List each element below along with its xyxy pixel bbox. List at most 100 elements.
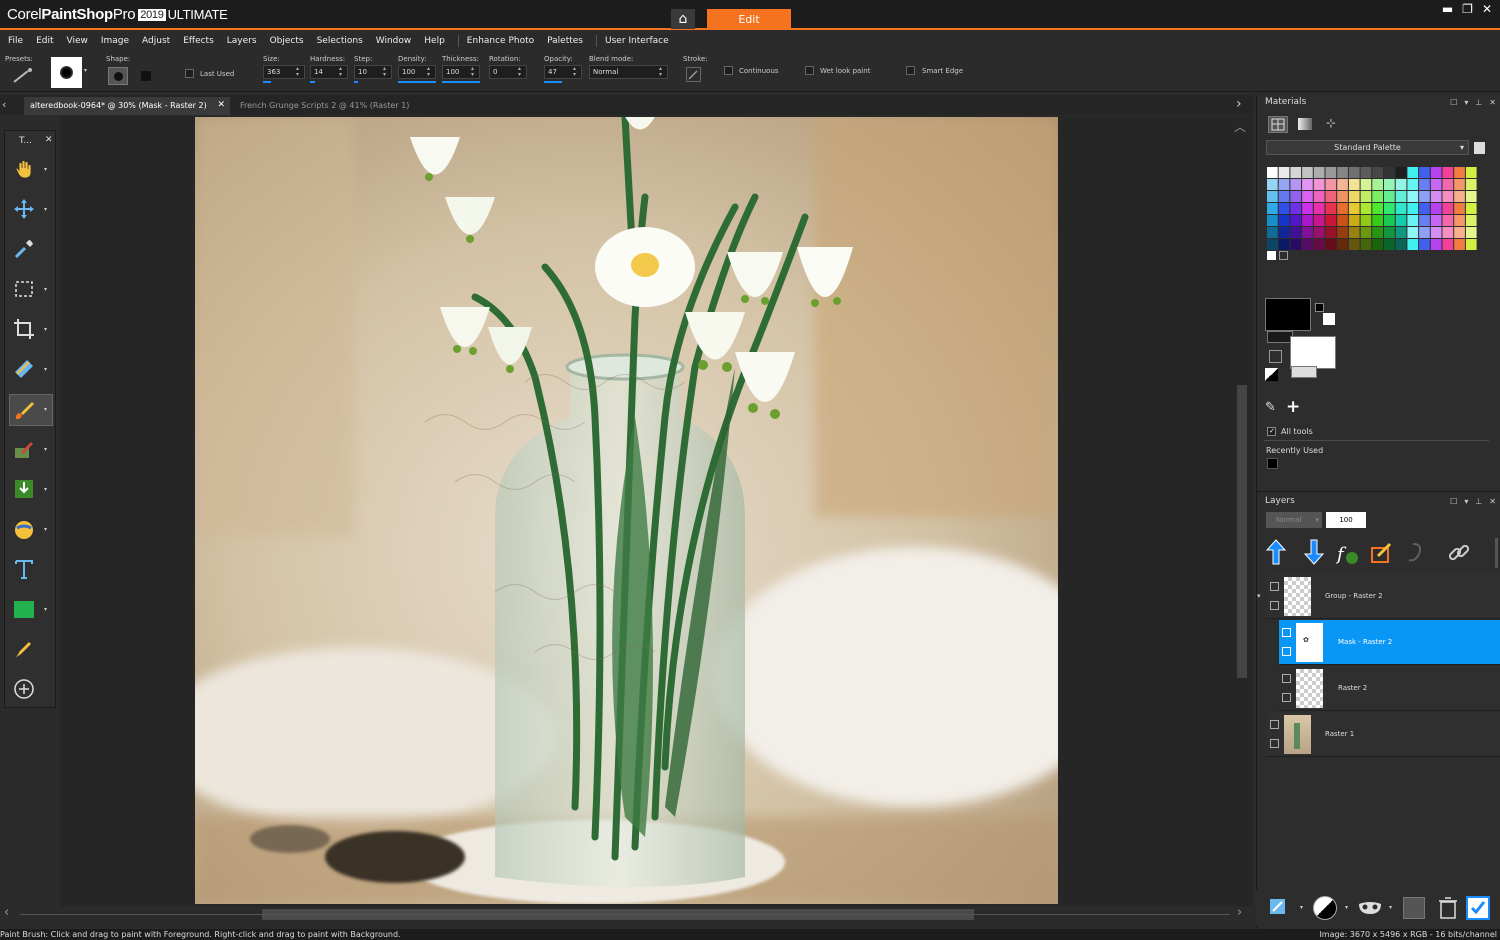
chevron-down-icon[interactable]: ▾ [44,326,47,333]
palette-swatch[interactable] [1384,227,1395,238]
palette-swatch[interactable] [1337,191,1348,202]
palette-swatch[interactable] [1337,239,1348,250]
chevron-down-icon[interactable]: ▾ [1345,904,1348,911]
palette-swatch[interactable] [1290,179,1301,190]
palette-swatch[interactable] [1302,179,1313,190]
close-icon[interactable]: ✕ [1482,2,1492,16]
menu-palettes[interactable]: Palettes [547,36,583,46]
default-colors-white[interactable] [1323,313,1335,325]
palette-swatch[interactable] [1396,227,1407,238]
continuous-checkbox[interactable] [724,66,733,75]
palette-swatch[interactable] [1384,167,1395,178]
layer-visibility-icon[interactable] [1270,720,1279,729]
thickness-slider[interactable] [442,81,480,83]
pin-icon[interactable]: ⊥ [1475,98,1482,107]
palette-swatch[interactable] [1361,179,1372,190]
palette-swatch[interactable] [1372,239,1383,250]
menu-edit[interactable]: Edit [36,36,53,46]
color-changer-tool[interactable] [11,516,37,542]
palette-swatch[interactable] [1372,215,1383,226]
palette-swatch[interactable] [1384,179,1395,190]
palette-swatch[interactable] [1326,167,1337,178]
palette-swatch[interactable] [1349,239,1360,250]
close-icon[interactable]: ✕ [1489,98,1496,107]
palette-swatch[interactable] [1396,215,1407,226]
default-colors-black[interactable] [1315,303,1324,312]
swatch-pattern[interactable] [1279,251,1288,260]
palette-swatch[interactable] [1419,239,1430,250]
chevron-down-icon[interactable]: ▾ [44,446,47,453]
palette-swatch[interactable] [1372,227,1383,238]
link-layers-button[interactable] [1446,540,1472,566]
palette-swatch[interactable] [1361,215,1372,226]
palette-swatch[interactable] [1361,191,1372,202]
close-toolbar-icon[interactable]: ✕ [45,135,53,145]
palette-swatch[interactable] [1290,215,1301,226]
palette-swatch[interactable] [1302,239,1313,250]
close-icon[interactable]: ✕ [1489,497,1496,506]
stroke-button[interactable] [686,67,701,82]
menu-window[interactable]: Window [376,36,412,46]
palette-swatch[interactable] [1290,239,1301,250]
pan-tool[interactable] [11,156,37,182]
background-options[interactable] [1291,366,1317,378]
palette-swatch[interactable] [1361,239,1372,250]
gradient-view-icon[interactable] [1298,118,1312,130]
restore-icon[interactable]: ❐ [1462,2,1473,16]
palette-swatch[interactable] [1349,215,1360,226]
home-button[interactable]: ⌂ [671,9,695,29]
density-slider[interactable] [398,81,436,83]
brush-tip-preview[interactable] [51,57,82,88]
chevron-down-icon[interactable]: ▾ [1464,497,1468,506]
layer-lock-icon[interactable] [1270,739,1279,748]
palette-swatch[interactable] [1302,203,1313,214]
palette-swatch[interactable] [1361,167,1372,178]
chevron-down-icon[interactable]: ▾ [1464,98,1468,107]
palette-swatch[interactable] [1372,203,1383,214]
palette-swatch[interactable] [1443,215,1454,226]
palette-swatch[interactable] [1326,179,1337,190]
mixer-view-icon[interactable]: ⊹ [1326,116,1336,130]
hardness-slider[interactable] [310,81,315,83]
opacity-slider[interactable] [544,81,562,83]
pen-tool[interactable] [11,636,37,662]
palette-swatch[interactable] [1349,167,1360,178]
rotation-input[interactable]: 0 [489,65,527,79]
chevron-down-icon[interactable]: ▾ [1389,904,1392,911]
palette-swatch[interactable] [1431,203,1442,214]
menu-view[interactable]: View [67,36,88,46]
palette-swatch[interactable] [1454,239,1465,250]
size-input[interactable]: 363 [263,65,305,79]
mask-options-button[interactable] [1357,898,1383,918]
palette-swatch[interactable] [1337,227,1348,238]
palette-swatch[interactable] [1361,227,1372,238]
square-shape-button[interactable] [141,71,151,81]
palette-swatch[interactable] [1454,215,1465,226]
density-input[interactable]: 100 [398,65,436,79]
chevron-down-icon[interactable]: ▾ [44,286,47,293]
crop-tool[interactable] [11,316,37,342]
palette-swatch[interactable] [1372,167,1383,178]
palette-swatch[interactable] [1337,179,1348,190]
color-swatch-grid[interactable] [1267,167,1479,251]
palette-swatch[interactable] [1267,215,1278,226]
palette-swatch[interactable] [1314,203,1325,214]
thickness-input[interactable]: 100 [442,65,480,79]
move-layer-up-button[interactable] [1266,538,1286,566]
clone-tool[interactable] [11,436,37,462]
palette-swatch[interactable] [1326,203,1337,214]
delete-layer-button[interactable] [1437,896,1459,920]
all-tools-checkbox[interactable]: ✓ [1267,427,1276,436]
palette-swatch[interactable] [1466,203,1477,214]
layer-properties-button[interactable] [1466,896,1490,920]
palette-swatch[interactable] [1267,203,1278,214]
palette-swatch[interactable] [1454,191,1465,202]
scroll-left-icon[interactable]: ‹ [4,905,9,920]
palette-swatch[interactable] [1443,167,1454,178]
layer-visibility-icon[interactable] [1282,628,1291,637]
palette-swatch[interactable] [1407,203,1418,214]
layer-lock-icon[interactable] [1282,693,1291,702]
palette-swatch[interactable] [1267,167,1278,178]
palette-swatch[interactable] [1419,215,1430,226]
palette-swatch[interactable] [1419,167,1430,178]
